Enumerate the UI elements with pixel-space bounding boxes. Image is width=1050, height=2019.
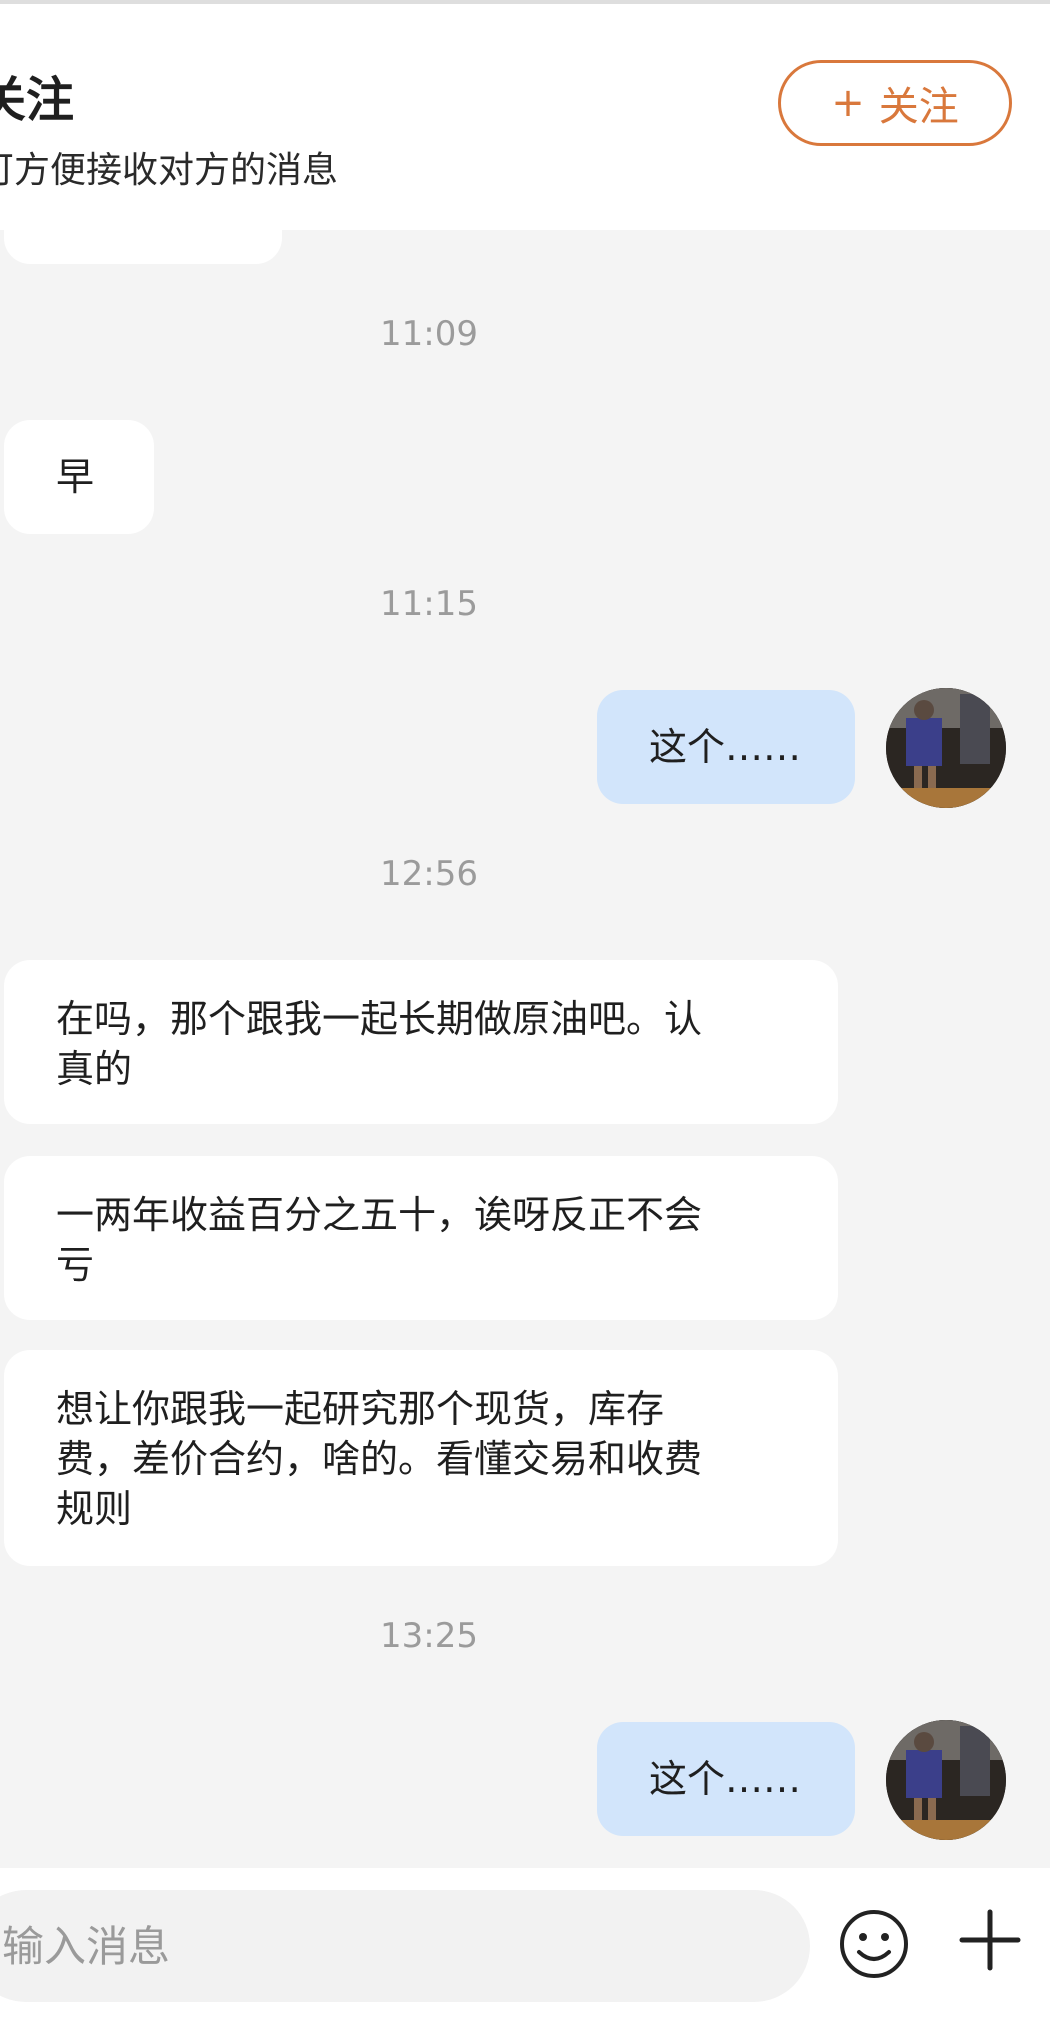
incoming-message[interactable]: 想让你跟我一起研究那个现货，库存 费，差价合约，啥的。看懂交易和收费 规则 [4, 1350, 838, 1566]
plus-icon: + [831, 80, 865, 126]
avatar[interactable] [886, 1720, 1006, 1840]
avatar-photo [886, 688, 1006, 808]
message-text: 这个…… [649, 725, 802, 769]
message-input[interactable] [2, 1890, 782, 2002]
message-text: 在吗，那个跟我一起长期做原油吧。认 真的 [56, 997, 703, 1091]
follow-button-label: 关注 [878, 84, 959, 130]
message-bubble-partial[interactable] [4, 230, 282, 264]
message-input-container[interactable] [0, 1890, 810, 2002]
incoming-message[interactable]: 一两年收益百分之五十，诶呀反正不会 亏 [4, 1156, 838, 1320]
message-text: 早 [56, 455, 95, 499]
timestamp: 11:15 [380, 584, 478, 624]
plus-icon[interactable] [958, 1908, 1022, 1972]
avatar[interactable] [886, 688, 1006, 808]
message-list[interactable]: 11:09 早 11:15 这个…… 12:56 在吗，那个跟我一起长期做原油吧… [0, 230, 1050, 1870]
message-text: 这个…… [649, 1757, 802, 1801]
message-input-bar [0, 1868, 1050, 2019]
incoming-message[interactable]: 早 [4, 420, 154, 534]
message-text: 一两年收益百分之五十，诶呀反正不会 亏 [56, 1193, 703, 1287]
smiley-icon[interactable] [838, 1908, 910, 1980]
message-text: 想让你跟我一起研究那个现货，库存 费，差价合约，啥的。看懂交易和收费 规则 [56, 1387, 703, 1531]
incoming-message[interactable]: 在吗，那个跟我一起长期做原油吧。认 真的 [4, 960, 838, 1124]
follow-button[interactable]: + 关注 [778, 60, 1012, 146]
timestamp: 13:25 [380, 1616, 478, 1656]
follow-banner: 关注 可方便接收对方的消息 + 关注 [0, 4, 1050, 230]
banner-subtitle: 可方便接收对方的消息 [0, 150, 339, 191]
outgoing-message[interactable]: 这个…… [597, 1722, 855, 1836]
banner-title: 关注 [0, 72, 75, 128]
timestamp: 12:56 [380, 854, 478, 894]
timestamp: 11:09 [380, 314, 478, 354]
avatar-photo [886, 1720, 1006, 1840]
outgoing-message[interactable]: 这个…… [597, 690, 855, 804]
